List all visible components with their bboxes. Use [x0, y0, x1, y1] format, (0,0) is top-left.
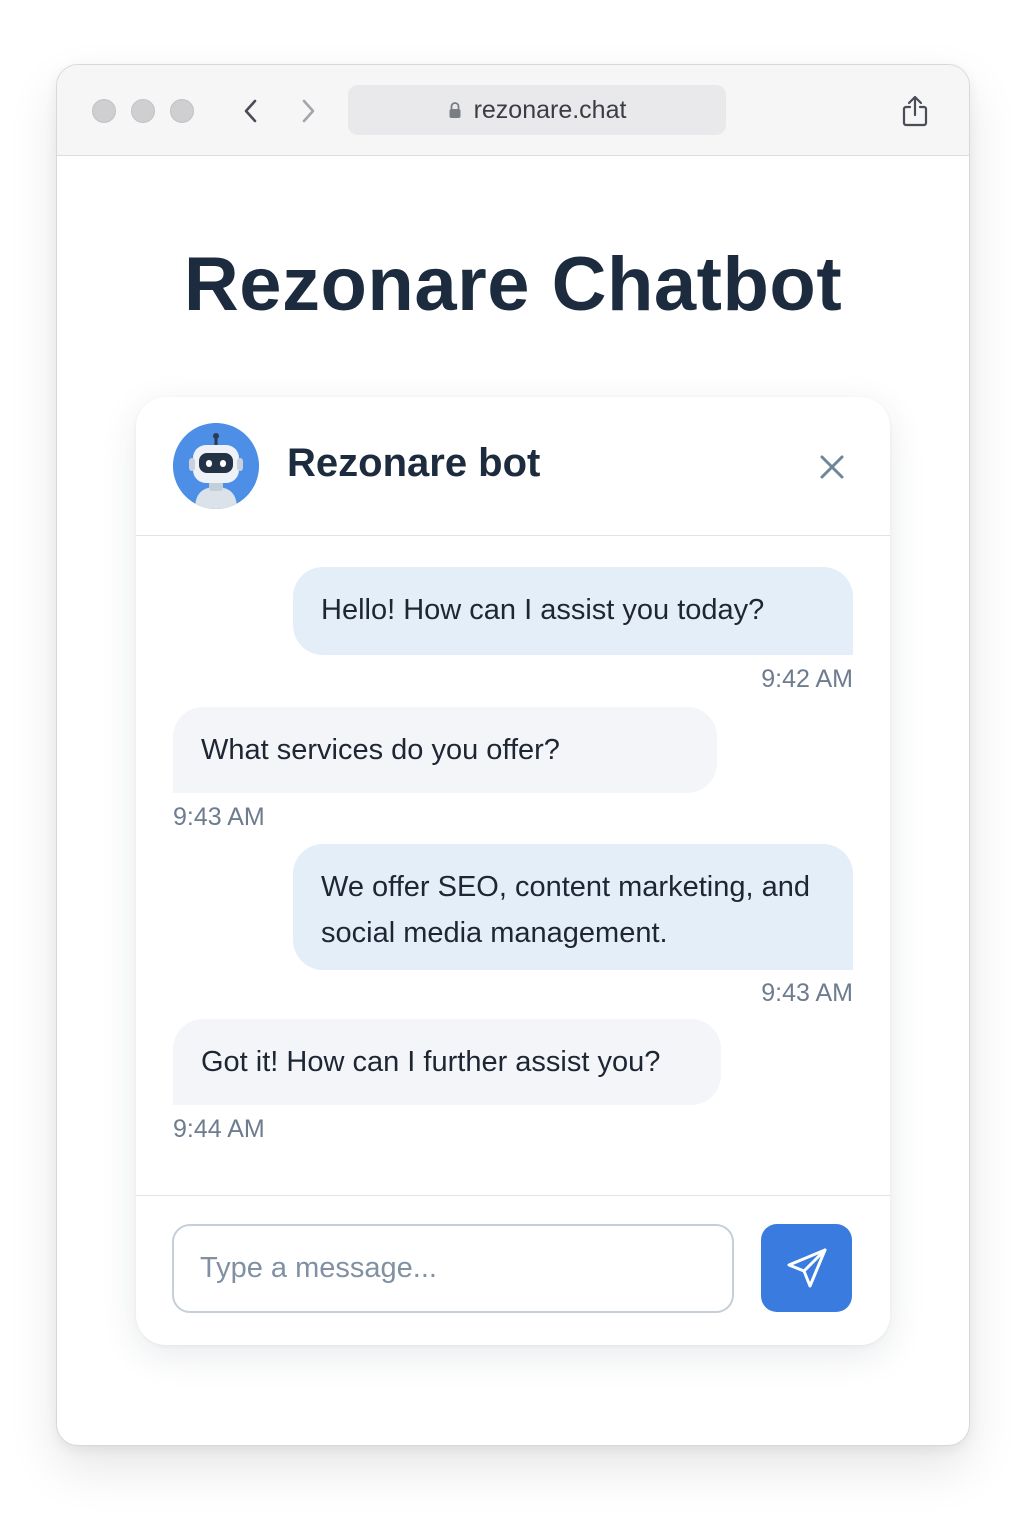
page-title: Rezonare Chatbot	[183, 242, 843, 327]
window-close-dot[interactable]	[92, 99, 116, 123]
url-text: rezonare.chat	[473, 95, 627, 124]
forward-button[interactable]	[292, 93, 324, 129]
chat-widget: Rezonare bot Hello! How can I assist you…	[136, 397, 890, 1345]
browser-window: rezonare.chat Rezonare Chatbot Rezonare …	[56, 64, 970, 1446]
message-bubble-user: Got it! How can I further assist you?	[173, 1019, 721, 1105]
address-bar[interactable]: rezonare.chat	[348, 85, 726, 135]
lock-icon	[448, 101, 462, 119]
window-zoom-dot[interactable]	[170, 99, 194, 123]
back-button[interactable]	[235, 93, 267, 129]
chat-header: Rezonare bot	[136, 397, 890, 536]
chevron-left-icon	[244, 99, 257, 123]
message-composer	[136, 1195, 890, 1345]
send-button[interactable]	[761, 1224, 852, 1312]
message-timestamp: 9:43 AM	[761, 979, 853, 1007]
message-input[interactable]	[172, 1224, 734, 1313]
message-text: What services do you offer?	[201, 734, 560, 766]
message-text: Got it! How can I further assist you?	[201, 1046, 661, 1078]
message-timestamp: 9:42 AM	[761, 665, 853, 693]
browser-toolbar: rezonare.chat	[57, 65, 969, 156]
chevron-right-icon	[302, 99, 315, 123]
close-button[interactable]	[812, 447, 852, 487]
bot-avatar	[173, 423, 259, 509]
message-bubble-bot: Hello! How can I assist you today?	[293, 567, 853, 655]
message-bubble-bot: We offer SEO, content marketing, and soc…	[293, 844, 853, 970]
close-icon	[820, 455, 844, 479]
message-bubble-user: What services do you offer?	[173, 707, 717, 793]
send-icon	[787, 1248, 826, 1288]
message-text: Hello! How can I assist you today?	[321, 594, 765, 626]
share-button[interactable]	[897, 91, 933, 131]
message-text: We offer SEO, content marketing, and soc…	[321, 871, 810, 949]
share-icon	[902, 95, 928, 127]
bot-name: Rezonare bot	[287, 441, 541, 485]
message-timestamp: 9:44 AM	[173, 1115, 265, 1143]
robot-icon	[173, 423, 259, 509]
message-timestamp: 9:43 AM	[173, 803, 265, 831]
window-minimize-dot[interactable]	[131, 99, 155, 123]
